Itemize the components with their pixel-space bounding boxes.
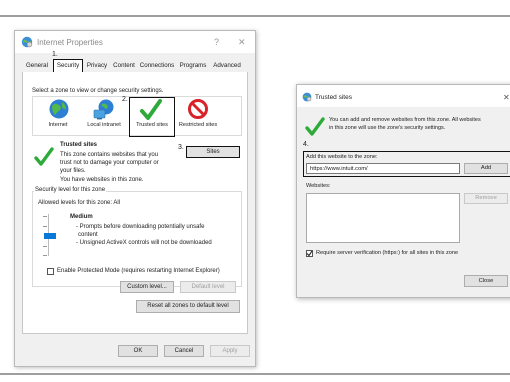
default-level-button[interactable]: Default level xyxy=(180,281,236,293)
step-2-label: 2. xyxy=(122,96,128,103)
sites-button[interactable]: Sites xyxy=(186,146,240,158)
selected-zone-name: Trusted sites xyxy=(60,142,98,148)
zone-desc-line-2: trust not to damage your computer or xyxy=(60,160,159,166)
add-button[interactable]: Add xyxy=(464,163,508,174)
slider-tick xyxy=(43,216,47,217)
slider-tick xyxy=(43,246,47,247)
trusted-sites-info-2: in this zone will use the zone's securit… xyxy=(329,125,446,131)
allowed-levels: Allowed levels for this zone: All xyxy=(38,200,121,206)
internet-options-icon xyxy=(302,92,312,102)
ok-button[interactable]: OK xyxy=(118,345,158,357)
reset-all-zones-button[interactable]: Reset all zones to default level xyxy=(136,300,240,313)
security-level-name: Medium xyxy=(70,214,93,220)
add-site-label: Add this website to the zone: xyxy=(306,154,378,160)
dialog-title: Internet Properties xyxy=(37,38,103,47)
bottom-frame-line xyxy=(0,373,510,375)
tab-security[interactable]: Security xyxy=(53,59,83,73)
step-4-label: 4. xyxy=(303,141,309,148)
cancel-button[interactable]: Cancel xyxy=(164,345,204,357)
trusted-sites-close-button[interactable]: Close xyxy=(464,275,508,287)
trusted-sites-dialog: Trusted sites ✕ You can add and remove w… xyxy=(296,84,510,298)
protected-mode-checkbox[interactable] xyxy=(47,268,54,275)
globe-icon[interactable] xyxy=(48,98,70,120)
trusted-sites-title: Trusted sites xyxy=(315,94,352,101)
security-level-desc-1: - Prompts before downloading potentially… xyxy=(76,224,205,230)
websites-label: Websites: xyxy=(306,183,331,189)
slider-tick xyxy=(43,255,47,256)
security-level-desc-2: content xyxy=(78,232,98,238)
zone-trusted-sites-label[interactable]: Trusted sites xyxy=(130,122,174,128)
zone-desc-line-3: your files. xyxy=(60,168,86,174)
website-url-input[interactable]: https://www.intuit.com/ xyxy=(306,163,460,174)
checkmark-icon[interactable] xyxy=(140,99,162,121)
top-frame-line xyxy=(0,15,510,17)
internet-options-icon xyxy=(21,36,33,48)
slider-tick xyxy=(43,226,47,227)
zone-prompt: Select a zone to view or change security… xyxy=(32,88,164,94)
zone-desc-line-1: This zone contains websites that you xyxy=(60,152,159,158)
trusted-sites-info-1: You can add and remove websites from thi… xyxy=(329,117,481,123)
trusted-sites-close-icon[interactable]: ✕ xyxy=(503,93,510,102)
zone-desc-line-4: You have websites in this zone. xyxy=(60,177,144,183)
security-level-heading: Security level for this zone xyxy=(34,187,107,193)
checkbox-check-icon xyxy=(306,250,313,257)
zone-restricted-sites-label[interactable]: Restricted sites xyxy=(175,122,221,128)
remove-button[interactable]: Remove xyxy=(464,193,508,204)
title-bar: Internet Properties ? ✕ xyxy=(15,31,255,53)
step-3-label: 3. xyxy=(178,144,184,151)
step-1-label: 1. xyxy=(52,51,58,58)
zone-internet-label[interactable]: Internet xyxy=(40,122,76,128)
require-https-label[interactable]: Require server verification (https:) for… xyxy=(316,250,458,256)
help-button[interactable]: ? xyxy=(214,37,219,47)
custom-level-button[interactable]: Custom level... xyxy=(120,281,174,293)
security-slider-thumb[interactable] xyxy=(44,233,56,239)
require-https-checkbox[interactable] xyxy=(306,250,313,257)
apply-button[interactable]: Apply xyxy=(210,345,250,357)
protected-mode-label[interactable]: Enable Protected Mode (requires restarti… xyxy=(57,268,220,274)
trusted-zone-check-icon xyxy=(34,147,54,166)
restricted-icon[interactable] xyxy=(187,98,209,120)
websites-list[interactable] xyxy=(306,193,460,243)
security-level-desc-3: - Unsigned ActiveX controls will not be … xyxy=(76,240,212,246)
local-intranet-icon[interactable] xyxy=(92,98,116,120)
checkmark-icon xyxy=(305,117,325,136)
zone-local-intranet-label[interactable]: Local intranet xyxy=(82,122,126,128)
close-button[interactable]: ✕ xyxy=(238,37,246,48)
